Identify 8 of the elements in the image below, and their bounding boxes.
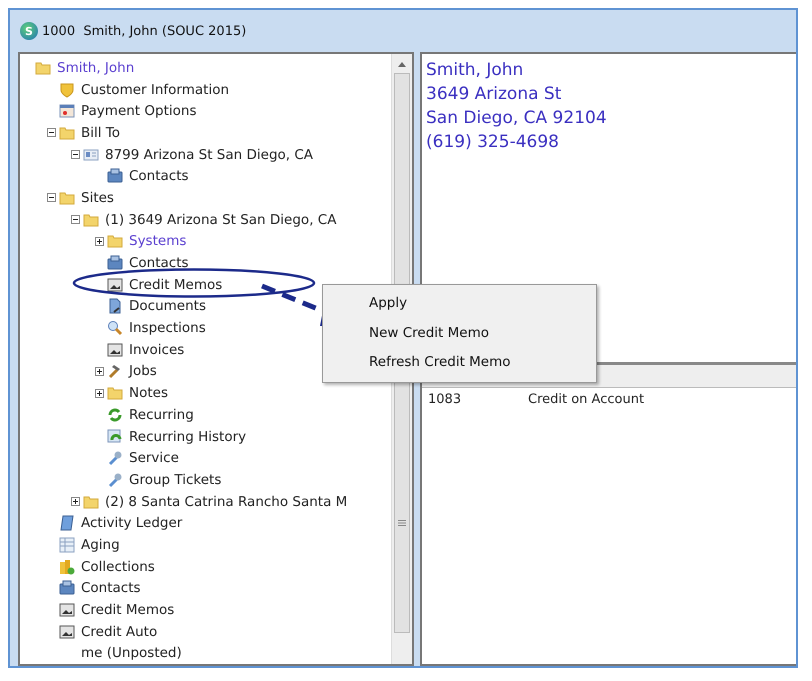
address-line: San Diego, CA 92104 — [426, 107, 608, 130]
address-line: 3649 Arizona St — [426, 83, 562, 106]
app-logo: S — [20, 22, 38, 40]
table-cell-text: 1083 — [428, 392, 462, 407]
table-cell: Credit on Account — [528, 392, 644, 407]
address-line: Smith, John — [426, 59, 524, 82]
window-title: 1000 Smith, John (SOUC 2015) — [42, 24, 246, 38]
address-line: (619) 325-4698 — [426, 131, 560, 154]
